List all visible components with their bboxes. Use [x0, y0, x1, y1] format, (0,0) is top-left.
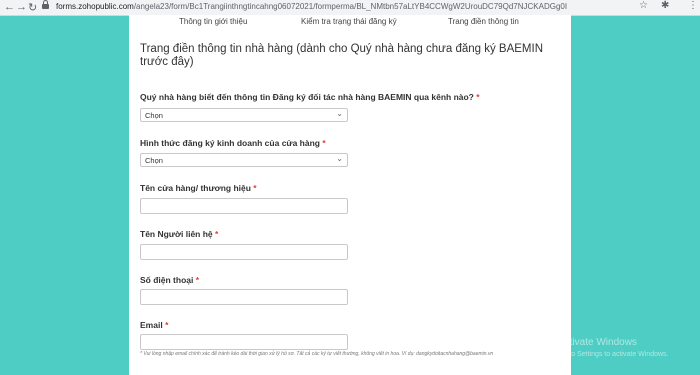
activation-watermark-title: Activate Windows [558, 337, 637, 348]
form-tabs: Thông tin giới thiệu Kiểm tra trạng thái… [129, 15, 571, 29]
q2-label: Hình thức đăng ký kinh doanh của cửa hàn… [140, 138, 326, 148]
q2-select-value: Chọn [145, 156, 163, 165]
q1-label: Quý nhà hàng biết đến thông tin Đăng ký … [140, 92, 480, 102]
tab-intro[interactable]: Thông tin giới thiệu [179, 17, 247, 26]
q2-select[interactable]: Chọn ⌄ [140, 153, 348, 167]
required-mark: * [476, 92, 480, 102]
contact-name-input[interactable] [140, 244, 348, 260]
lock-icon [42, 0, 49, 11]
refresh-icon[interactable]: ↻ [28, 1, 37, 14]
required-mark: * [195, 275, 200, 285]
url-domain: forms.zohopublic.com [56, 2, 134, 11]
q1-select[interactable]: Chọn ⌄ [140, 108, 348, 122]
email-hint: * Vui lòng nhập email chính xác để tránh… [140, 351, 494, 357]
browser-address-bar: ← → ↻ forms.zohopublic.com/angela23/form… [0, 0, 700, 16]
url-path: /angela23/form/Bc1Trangiinthngtincahng06… [133, 2, 568, 11]
chevron-down-icon: ⌄ [336, 154, 343, 163]
required-mark: * [253, 183, 257, 193]
phone-label: Số điện thoại * [140, 275, 200, 285]
q1-select-value: Chọn [145, 111, 163, 120]
tab-check-status[interactable]: Kiểm tra trạng thái đăng ký [301, 17, 397, 26]
extensions-icon[interactable]: ✱ [661, 0, 669, 11]
forward-icon[interactable]: → [16, 1, 27, 13]
chevron-down-icon: ⌄ [336, 109, 343, 118]
activation-watermark-subtitle: Go to Settings to activate Windows. [558, 351, 669, 358]
store-name-input[interactable] [140, 198, 348, 214]
tab-fill-info[interactable]: Trang điền thông tin [448, 17, 519, 26]
required-mark: * [322, 138, 326, 148]
contact-name-label: Tên Người liên hệ * [140, 229, 219, 239]
email-input[interactable] [140, 334, 348, 350]
menu-icon[interactable]: ⋮ [688, 0, 698, 11]
store-name-label: Tên cửa hàng/ thương hiệu * [140, 183, 257, 193]
phone-input[interactable] [140, 289, 348, 305]
page-title: Trang điền thông tin nhà hàng (dành cho … [140, 43, 544, 68]
required-mark: * [165, 320, 169, 330]
bookmark-star-icon[interactable]: ☆ [639, 0, 648, 11]
required-mark: * [215, 229, 219, 239]
back-icon[interactable]: ← [4, 1, 15, 13]
email-label: Email * [140, 320, 169, 330]
form-card: Thông tin giới thiệu Kiểm tra trạng thái… [129, 15, 571, 375]
url-field[interactable]: forms.zohopublic.com/angela23/form/Bc1Tr… [56, 2, 576, 11]
